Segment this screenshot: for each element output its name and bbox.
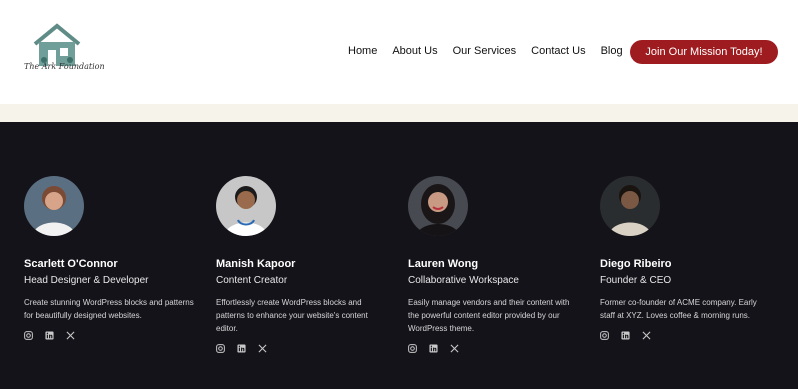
member-role: Founder & CEO: [600, 275, 672, 286]
linkedin-icon[interactable]: [45, 331, 54, 340]
nav-home[interactable]: Home: [348, 44, 377, 58]
member-bio: Easily manage vendors and their content …: [408, 298, 570, 333]
logo-text: The Ark Foundation: [24, 62, 105, 71]
team-card: Lauren Wong Collaborative Workspace Easi…: [408, 176, 578, 353]
member-name: Scarlett O'Connor: [24, 258, 118, 270]
divider-band: [0, 104, 798, 122]
instagram-icon[interactable]: [600, 331, 609, 340]
instagram-icon[interactable]: [24, 331, 33, 340]
team-section: Scarlett O'Connor Head Designer & Develo…: [0, 122, 798, 389]
x-icon[interactable]: [450, 344, 459, 353]
site-header: The Ark Foundation Home About Us Our Ser…: [0, 0, 798, 104]
linkedin-icon[interactable]: [237, 344, 246, 353]
member-bio: Create stunning WordPress blocks and pat…: [24, 298, 194, 320]
instagram-icon[interactable]: [408, 344, 417, 353]
nav-about[interactable]: About Us: [392, 44, 437, 58]
member-role: Head Designer & Developer: [24, 275, 149, 286]
social-links: [24, 331, 194, 340]
member-role: Content Creator: [216, 275, 288, 286]
x-icon[interactable]: [258, 344, 267, 353]
x-icon[interactable]: [642, 331, 651, 340]
member-name: Diego Ribeiro: [600, 258, 672, 270]
member-bio: Former co-founder of ACME company. Early…: [600, 298, 757, 320]
social-links: [408, 344, 578, 353]
social-links: [600, 331, 770, 340]
instagram-icon[interactable]: [216, 344, 225, 353]
nav-contact[interactable]: Contact Us: [531, 44, 585, 58]
member-bio: Effortlessly create WordPress blocks and…: [216, 298, 368, 333]
avatar: [216, 176, 276, 236]
member-role: Collaborative Workspace: [408, 275, 519, 286]
team-card: Scarlett O'Connor Head Designer & Develo…: [24, 176, 194, 340]
avatar: [600, 176, 660, 236]
team-card: Manish Kapoor Content Creator Effortless…: [216, 176, 386, 353]
nav-services[interactable]: Our Services: [453, 44, 517, 58]
nav-blog[interactable]: Blog: [601, 44, 623, 58]
team-card: Diego Ribeiro Founder & CEO Former co-fo…: [600, 176, 770, 340]
linkedin-icon[interactable]: [429, 344, 438, 353]
join-mission-button[interactable]: Join Our Mission Today!: [630, 40, 778, 64]
social-links: [216, 344, 386, 353]
main-nav: Home About Us Our Services Contact Us Bl…: [348, 44, 623, 58]
avatar: [24, 176, 84, 236]
x-icon[interactable]: [66, 331, 75, 340]
linkedin-icon[interactable]: [621, 331, 630, 340]
avatar: [408, 176, 468, 236]
member-name: Manish Kapoor: [216, 258, 296, 270]
member-name: Lauren Wong: [408, 258, 479, 270]
